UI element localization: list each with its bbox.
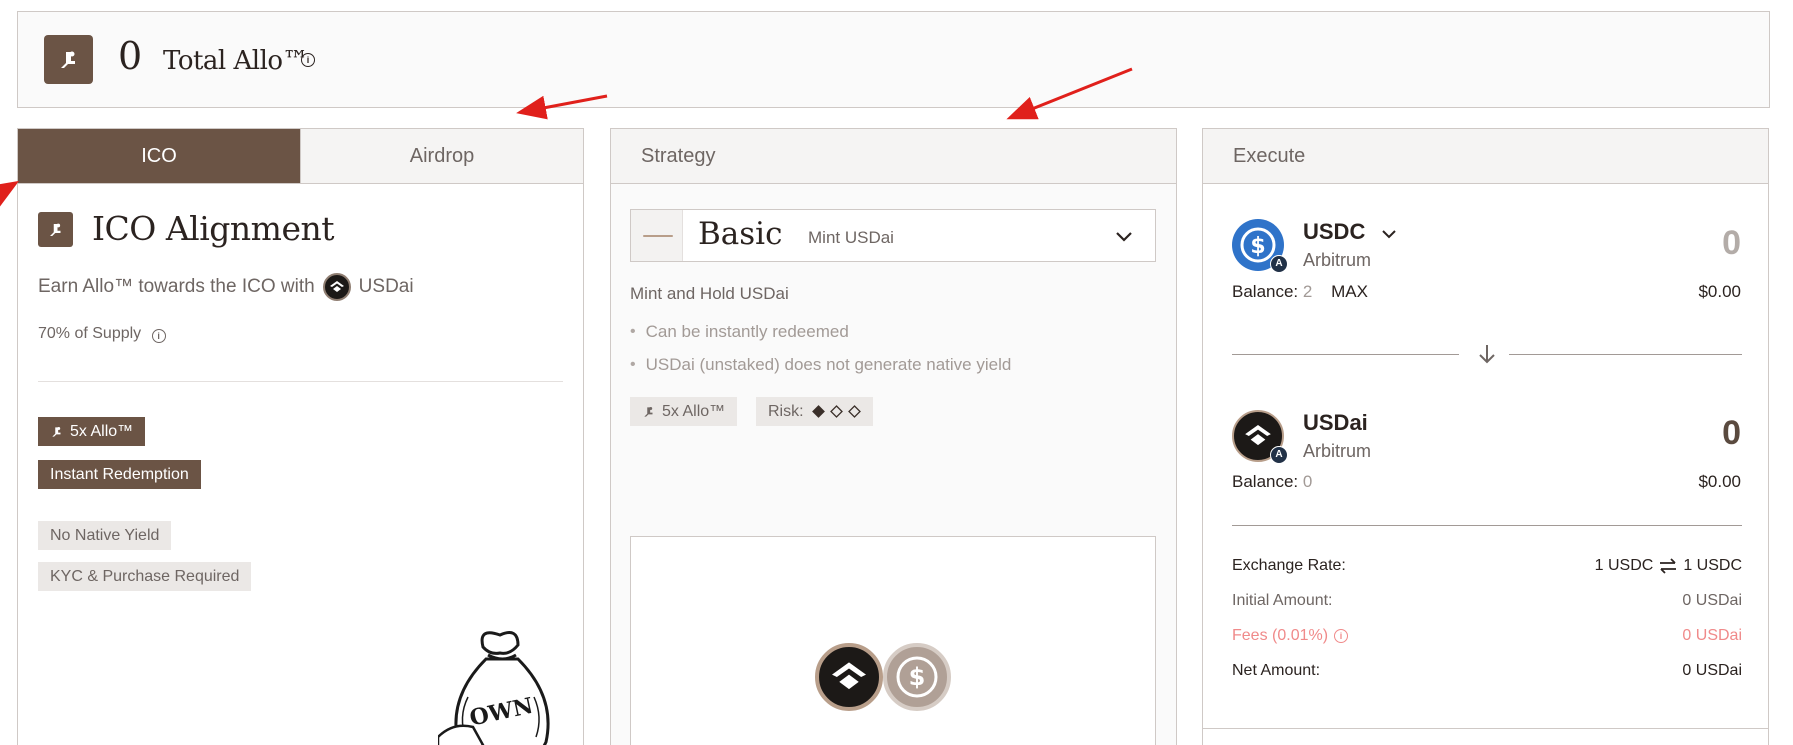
risk-tag: Risk: <box>756 397 873 426</box>
supply-text: 70% of Supply i <box>38 325 166 343</box>
usdc-coin-icon: $ <box>883 643 951 711</box>
kyc-badge: KYC & Purchase Required <box>38 562 252 591</box>
total-allo-banner: 0 Total Allo™ i <box>17 11 1770 108</box>
allo-multiplier-badge: 5x Allo™ <box>38 417 146 446</box>
swap-arrows-icon[interactable] <box>1659 558 1677 574</box>
svg-text:$: $ <box>909 663 926 691</box>
fees-label-group: Fees (0.01%) i <box>1232 627 1349 645</box>
initial-amount-value: 0 USDai <box>1682 592 1742 609</box>
total-allo-label: Total Allo™ <box>163 46 309 76</box>
divider <box>1232 354 1459 355</box>
arbitrum-icon: A <box>1270 446 1288 464</box>
strategy-panel: Strategy Basic Mint USDai Mint and Hold … <box>610 128 1177 745</box>
annotation-arrow <box>0 180 20 207</box>
usdai-coin-icon <box>815 643 883 711</box>
divider <box>38 381 563 382</box>
earn-description: Earn Allo™ towards the ICO with USDai <box>38 273 414 301</box>
money-bag-illustration: OWN <box>438 631 550 745</box>
exchange-rate-label: Exchange Rate: <box>1232 557 1346 574</box>
allo-hand-icon <box>644 406 653 417</box>
fees-label: Fees (0.01%) <box>1232 627 1329 644</box>
exchange-rate-value: 1 USDC 1 USDC <box>1595 557 1742 575</box>
bullet-item: Can be instantly redeemed <box>630 315 1011 348</box>
tab-ico[interactable]: ICO <box>18 129 300 183</box>
tab-airdrop[interactable]: Airdrop <box>300 129 583 183</box>
strategy-name: Basic <box>698 216 783 252</box>
divider <box>1232 525 1742 526</box>
balance-value: 2 <box>1302 282 1313 301</box>
from-amount-input[interactable]: 0 <box>1722 224 1741 263</box>
rate-right: 1 USDC <box>1683 557 1742 574</box>
balance-value: 0 <box>1302 472 1313 491</box>
fees-value: 0 USDai <box>1682 627 1742 644</box>
svg-text:$: $ <box>1250 234 1265 259</box>
max-button[interactable]: MAX <box>1331 282 1368 301</box>
execute-header: Execute <box>1203 129 1768 184</box>
to-token-name: USDai <box>1303 410 1368 435</box>
arbitrum-icon: A <box>1270 255 1288 273</box>
risk-level-indicator <box>811 405 861 418</box>
strategy-subtitle: Mint USDai <box>808 228 894 247</box>
instant-redemption-badge: Instant Redemption <box>38 460 201 489</box>
usdai-coin-icon <box>322 273 351 301</box>
from-usd-value: $0.00 <box>1698 282 1741 301</box>
ico-airdrop-tabs: ICO Airdrop <box>18 129 583 184</box>
from-balance: Balance: 2 MAX <box>1232 282 1368 302</box>
ico-panel: ICO Airdrop ICO Alignment Earn Allo™ tow… <box>17 128 584 745</box>
divider <box>1203 728 1768 729</box>
no-native-yield-badge: No Native Yield <box>38 521 172 550</box>
strategy-preview: $ <box>630 536 1156 745</box>
divider <box>1509 354 1742 355</box>
to-balance: Balance: 0 <box>1232 472 1312 492</box>
balance-label: Balance: <box>1232 472 1299 491</box>
initial-amount-row: Initial Amount: 0 USDai <box>1232 592 1742 610</box>
allo-multiplier-label: 5x Allo™ <box>70 422 134 440</box>
arrow-down-icon[interactable] <box>1475 342 1499 366</box>
to-network: Arbitrum <box>1303 441 1372 461</box>
rate-left: 1 USDC <box>1594 557 1654 574</box>
net-amount-value: 0 USDai <box>1682 662 1742 679</box>
initial-amount-label: Initial Amount: <box>1232 592 1333 609</box>
supply-info-icon[interactable]: i <box>151 329 166 343</box>
fees-info-icon[interactable]: i <box>1334 629 1349 643</box>
fees-row: Fees (0.01%) i 0 USDai <box>1232 627 1742 645</box>
strategy-thumbnail <box>631 210 683 261</box>
exchange-rate-row: Exchange Rate: 1 USDC 1 USDC <box>1232 557 1742 575</box>
chevron-down-icon[interactable] <box>1380 225 1398 243</box>
total-allo-value: 0 <box>118 34 143 78</box>
risk-label: Risk: <box>768 402 804 420</box>
risk-diamond-filled <box>811 405 825 418</box>
allo-hand-icon <box>52 426 61 437</box>
earn-text: Earn Allo™ towards the ICO with <box>38 276 315 297</box>
to-amount: 0 <box>1722 414 1741 452</box>
info-icon[interactable]: i <box>301 53 315 67</box>
execute-panel: Execute $ A USDC Arbitrum 0 Balance: 2 M… <box>1202 128 1769 745</box>
net-amount-label: Net Amount: <box>1232 662 1321 679</box>
ico-title: ICO Alignment <box>92 209 334 248</box>
risk-diamond-empty <box>847 405 861 418</box>
allo-multiplier-tag: 5x Allo™ <box>630 397 738 426</box>
strategy-description-title: Mint and Hold USDai <box>630 284 789 303</box>
ico-hand-icon <box>38 212 73 247</box>
from-network: Arbitrum <box>1303 250 1372 270</box>
to-usd-value: $0.00 <box>1698 472 1741 491</box>
strategy-bullets: Can be instantly redeemed USDai (unstake… <box>630 315 1012 381</box>
supply-label: 70% of Supply <box>38 325 142 342</box>
bullet-item: USDai (unstaked) does not generate nativ… <box>630 348 1012 381</box>
strategy-dropdown[interactable]: Basic Mint USDai <box>630 209 1156 262</box>
allo-multiplier-label: 5x Allo™ <box>662 402 726 420</box>
allo-logo-icon <box>44 35 93 84</box>
earn-token: USDai <box>358 276 414 297</box>
strategy-header: Strategy <box>611 129 1176 184</box>
net-amount-row: Net Amount: 0 USDai <box>1232 662 1742 680</box>
chevron-down-icon[interactable] <box>1113 225 1135 247</box>
balance-label: Balance: <box>1232 282 1299 301</box>
from-token-name[interactable]: USDC <box>1303 219 1365 245</box>
risk-diamond-empty <box>829 405 843 418</box>
